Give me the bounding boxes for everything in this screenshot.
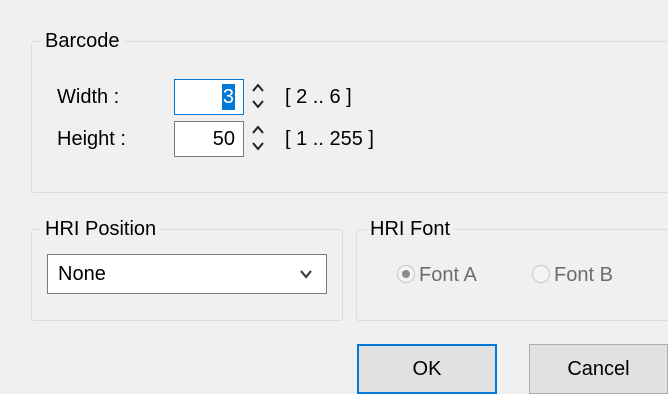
width-input[interactable]: 3 bbox=[174, 79, 244, 115]
radio-circle bbox=[532, 265, 550, 283]
width-spinner[interactable] bbox=[248, 78, 268, 114]
ok-button[interactable]: OK bbox=[357, 344, 497, 394]
height-input-value: 50 bbox=[212, 128, 235, 150]
font-a-label: Font A bbox=[419, 264, 477, 286]
hri-position-value: None bbox=[58, 263, 106, 285]
width-label: Width : bbox=[57, 86, 120, 108]
height-range: [ 1 .. 255 ] bbox=[285, 128, 374, 150]
height-label: Height : bbox=[57, 128, 126, 150]
spin-up-icon[interactable] bbox=[251, 123, 265, 137]
radio-dot bbox=[402, 270, 410, 278]
hri-position-select[interactable]: None bbox=[47, 254, 327, 294]
height-spinner[interactable] bbox=[248, 120, 268, 156]
chevron-down-icon bbox=[300, 270, 312, 279]
width-input-value: 3 bbox=[221, 84, 235, 110]
spin-up-icon[interactable] bbox=[251, 81, 265, 95]
barcode-group-title: Barcode bbox=[41, 28, 124, 54]
radio-circle bbox=[397, 265, 415, 283]
width-range: [ 2 .. 6 ] bbox=[285, 86, 352, 108]
spin-down-icon[interactable] bbox=[251, 97, 265, 111]
hri-font-title: HRI Font bbox=[366, 216, 455, 242]
font-b-label: Font B bbox=[554, 264, 613, 286]
barcode-group: Barcode bbox=[31, 28, 668, 193]
spin-down-icon[interactable] bbox=[251, 139, 265, 153]
hri-position-title: HRI Position bbox=[41, 216, 161, 242]
height-input[interactable]: 50 bbox=[174, 121, 244, 157]
cancel-button[interactable]: Cancel bbox=[529, 344, 668, 394]
